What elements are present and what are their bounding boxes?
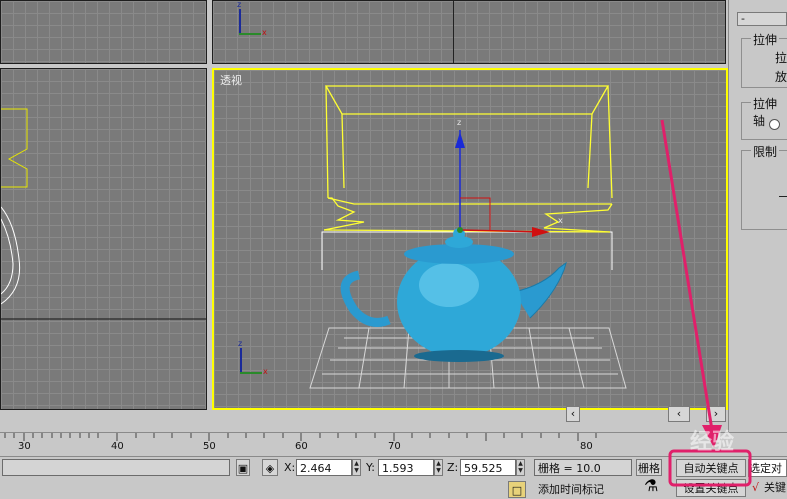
highlight-annotation — [660, 119, 752, 487]
watermark: 经验 — [690, 430, 735, 455]
